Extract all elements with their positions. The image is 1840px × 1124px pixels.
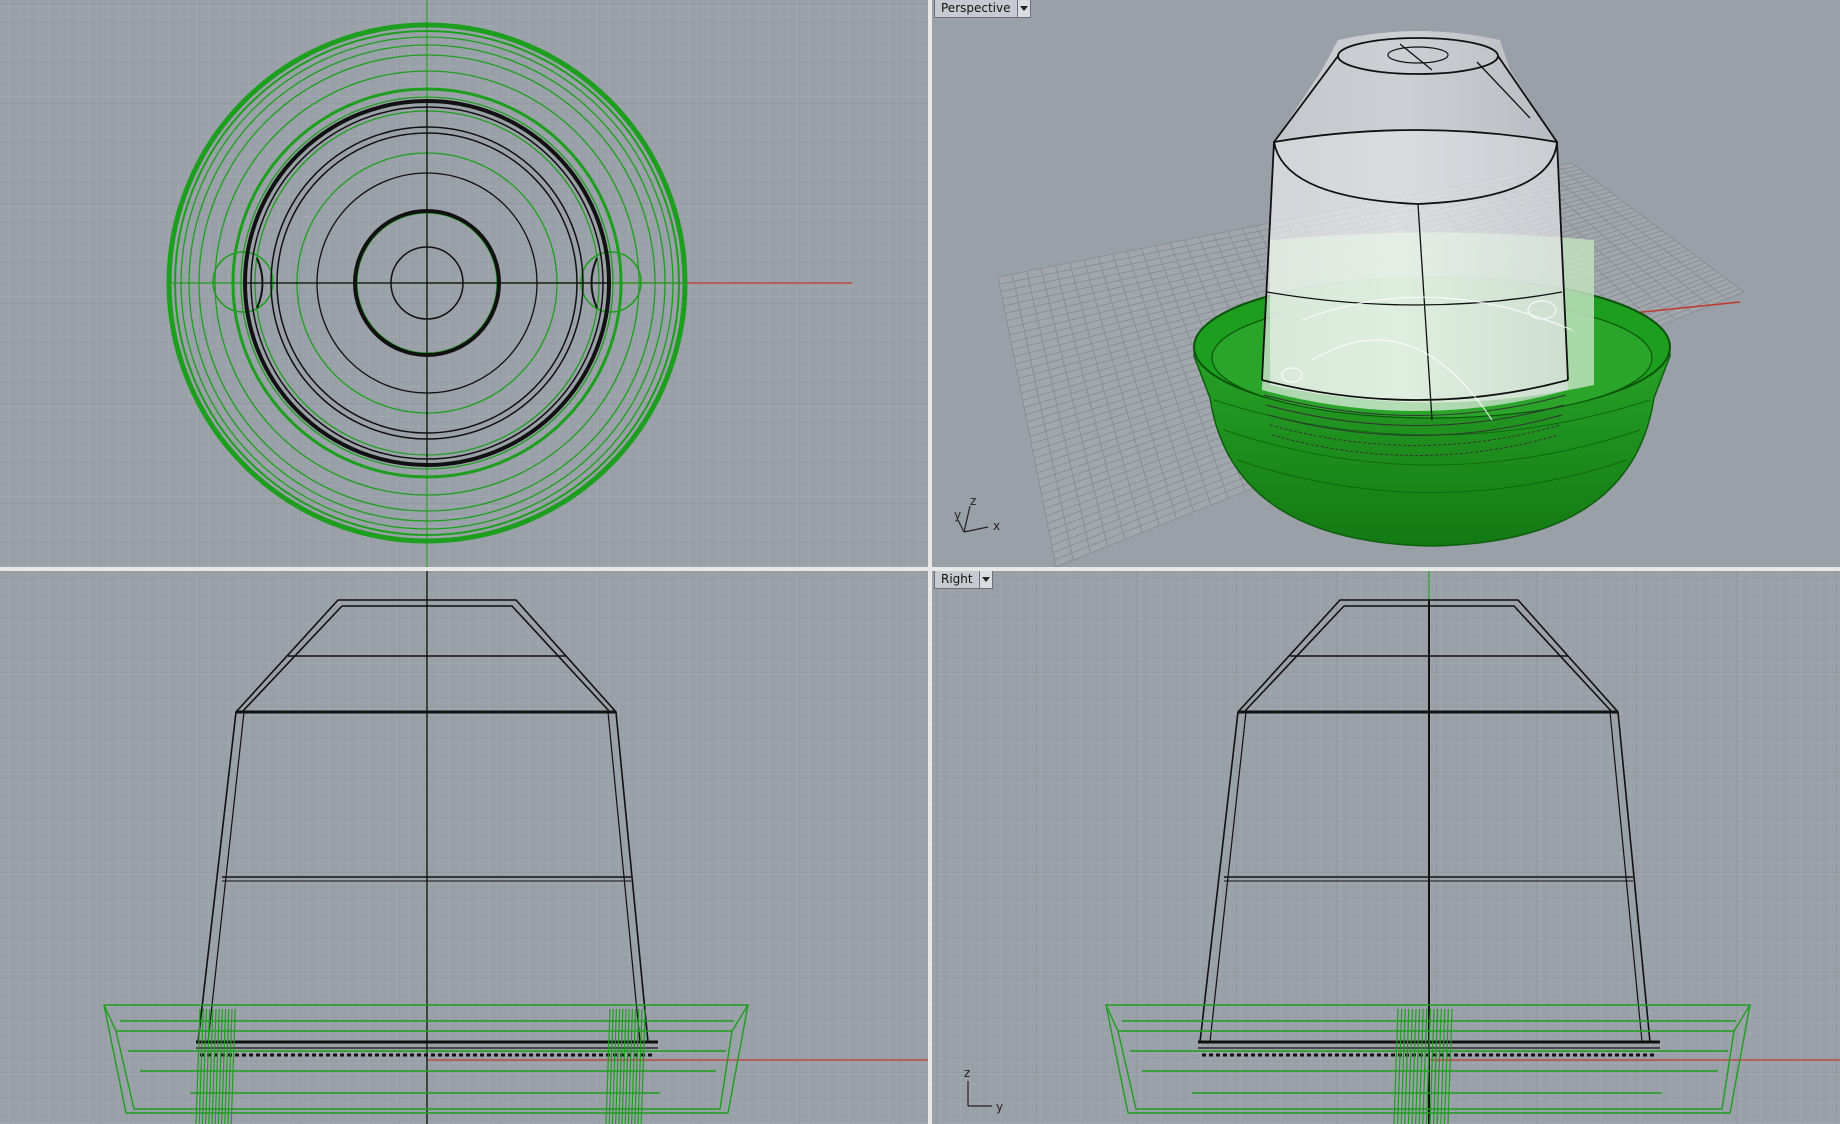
- perspective-viewport[interactable]: x z y Perspective: [932, 0, 1840, 567]
- front-viewport-canvas: [0, 571, 928, 1124]
- axis-x-label: x: [993, 519, 1000, 533]
- perspective-viewport-canvas: x z y: [932, 0, 1840, 567]
- right-viewport-tab[interactable]: Right: [934, 571, 993, 589]
- top-viewport[interactable]: [0, 0, 928, 567]
- front-viewport[interactable]: [0, 571, 928, 1124]
- perspective-viewport-title[interactable]: Perspective: [935, 0, 1017, 17]
- chevron-down-icon[interactable]: [978, 571, 992, 588]
- chevron-down-icon[interactable]: [1016, 0, 1030, 17]
- top-viewport-canvas: [0, 0, 928, 567]
- axis-z-label: z: [964, 1066, 970, 1080]
- axis-y-label: y: [954, 508, 961, 522]
- perspective-viewport-tab[interactable]: Perspective: [934, 0, 1031, 18]
- axis-z-label: z: [970, 494, 976, 508]
- axis-y-label: y: [996, 1100, 1003, 1114]
- right-viewport-title[interactable]: Right: [935, 571, 979, 588]
- top-model: [166, 22, 688, 544]
- right-viewport-canvas: y z: [932, 571, 1840, 1124]
- rhino-workspace: x z y Perspective y z Right: [0, 0, 1840, 1124]
- right-viewport[interactable]: y z Right: [932, 571, 1840, 1124]
